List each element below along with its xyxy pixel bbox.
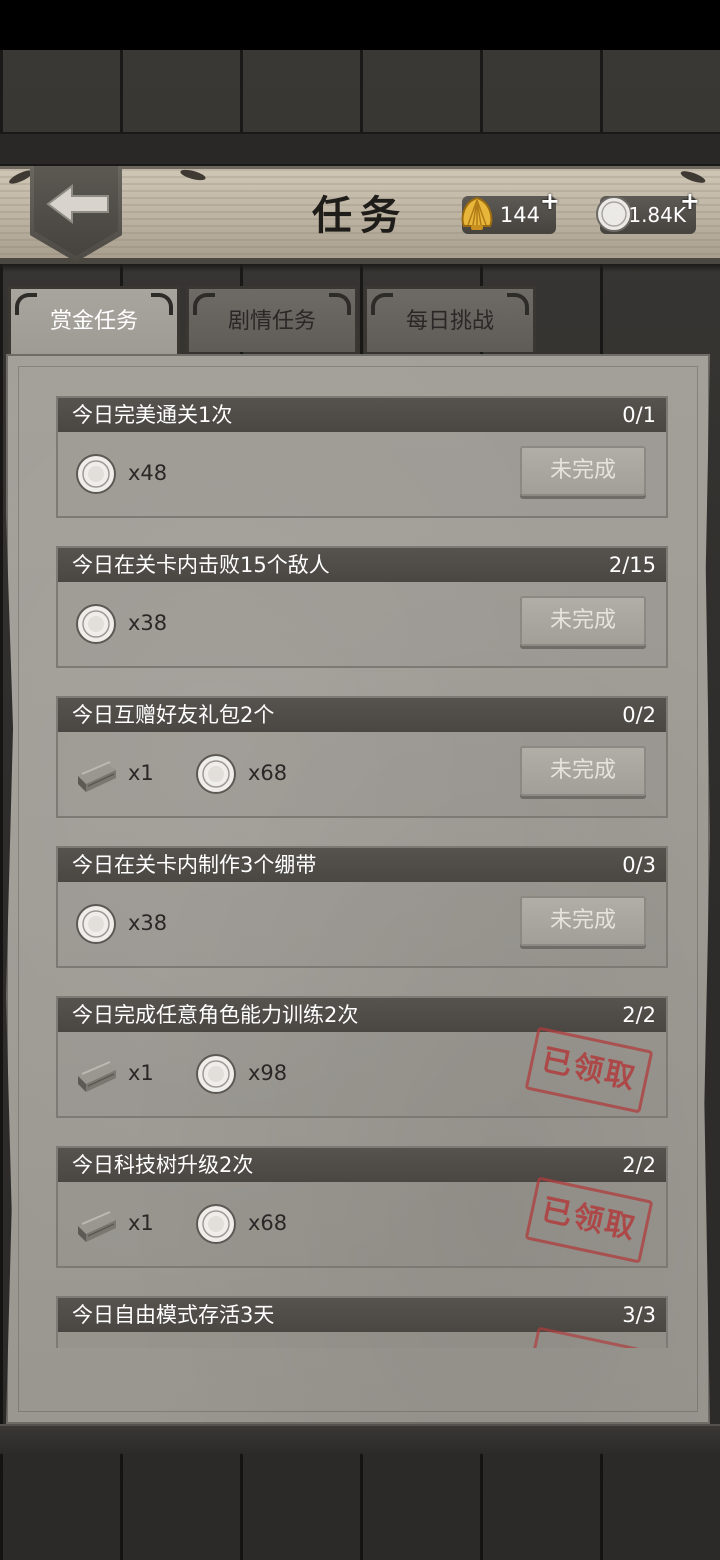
task-header: 今日在关卡内制作3个绷带 0/3: [58, 848, 666, 882]
reward-amount: x98: [248, 1061, 288, 1085]
task-body: x38 未完成: [58, 582, 666, 666]
reward-item: x38: [74, 600, 184, 646]
tab-corner-ornament: [15, 293, 37, 315]
reward-amount: x68: [248, 761, 288, 785]
task-list[interactable]: 今日完美通关1次 0/1 x48 未完成 今日在关卡内击败15个敌人 2/15 x38 未完成…: [56, 396, 668, 1348]
task-card: 今日完美通关1次 0/1 x48 未完成: [56, 396, 668, 518]
tab-label: 每日挑战: [405, 309, 494, 334]
reward-item: x1: [74, 1200, 184, 1246]
tab-corner-ornament: [329, 293, 351, 315]
task-progress: 2/2: [622, 1153, 656, 1177]
task-header: 今日科技树升级2次 2/2: [58, 1148, 666, 1182]
task-progress: 3/3: [622, 1303, 656, 1327]
reward-amount: x1: [128, 1061, 154, 1085]
task-card: 今日自由模式存活3天 3/3: [56, 1296, 668, 1348]
tab-bounty[interactable]: 赏金任务: [8, 286, 180, 356]
claimed-stamp: 已领取: [524, 1026, 654, 1114]
wood-icon: [78, 761, 116, 792]
reward-item: x1: [74, 1050, 184, 1096]
task-body: x38 未完成: [58, 882, 666, 966]
coin-amount: 1.84K: [628, 203, 686, 227]
claimed-stamp: 已领取: [524, 1176, 654, 1264]
reward-amount: x1: [128, 761, 154, 785]
task-title: 今日科技树升级2次: [72, 1153, 254, 1177]
incomplete-button[interactable]: 未完成: [520, 746, 646, 796]
reward-item: x68: [194, 1200, 304, 1246]
coin-currency[interactable]: 1.84K +: [596, 187, 700, 234]
task-card: 今日在关卡内击败15个敌人 2/15 x38 未完成: [56, 546, 668, 668]
task-header: 今日完成任意角色能力训练2次 2/2: [58, 998, 666, 1032]
task-body: x1 x68 已领取: [58, 1176, 666, 1266]
leaf-decoration: [179, 167, 207, 183]
task-body: x1 x98 已领取: [58, 1026, 666, 1116]
task-header: 今日完美通关1次 0/1: [58, 398, 666, 432]
shell-icon: [461, 196, 493, 230]
reward-amount: x68: [248, 1211, 288, 1235]
task-card: 今日在关卡内制作3个绷带 0/3 x38 未完成: [56, 846, 668, 968]
wood-beam: [0, 132, 720, 166]
incomplete-button[interactable]: 未完成: [520, 446, 646, 496]
coin-icon: [196, 1054, 236, 1094]
reward-item: x1: [74, 750, 184, 796]
task-progress: 0/1: [622, 403, 656, 427]
task-header: 今日在关卡内击败15个敌人 2/15: [58, 548, 666, 582]
tab-daily-challenge[interactable]: 每日挑战: [364, 286, 536, 352]
header-shadow: [0, 264, 720, 272]
tab-story[interactable]: 剧情任务: [186, 286, 358, 352]
panel-bottom-beam: [0, 1424, 720, 1454]
task-progress: 2/2: [622, 1003, 656, 1027]
task-progress: 0/3: [622, 853, 656, 877]
task-header: 今日互赠好友礼包2个 0/2: [58, 698, 666, 732]
wood-icon: [78, 1211, 116, 1242]
reward-item: x98: [194, 1050, 304, 1096]
reward-amount: x38: [128, 611, 168, 635]
tab-label: 剧情任务: [227, 309, 316, 334]
task-body: x48 未完成: [58, 432, 666, 516]
tab-corner-ornament: [507, 293, 529, 315]
back-arrow-icon: [46, 184, 109, 224]
coin-icon: [196, 1204, 236, 1244]
page-title: 任务: [312, 192, 408, 239]
task-title: 今日在关卡内制作3个绷带: [72, 853, 317, 877]
shell-currency[interactable]: 144 +: [461, 187, 560, 234]
incomplete-button[interactable]: 未完成: [520, 896, 646, 946]
add-shell-icon[interactable]: +: [540, 182, 560, 220]
tab-label: 赏金任务: [49, 309, 138, 334]
back-button-face: [34, 166, 118, 256]
tab-corner-ornament: [371, 293, 393, 315]
task-card: 今日科技树升级2次 2/2 x1 x68 已领取: [56, 1146, 668, 1268]
task-title: 今日完美通关1次: [72, 403, 233, 427]
reward-item: x68: [194, 750, 304, 796]
wood-icon: [78, 1061, 116, 1092]
coin-icon: [196, 754, 236, 794]
reward-item: x48: [74, 450, 184, 496]
coin-icon: [76, 904, 116, 944]
task-title: 今日互赠好友礼包2个: [72, 703, 275, 727]
tab-corner-ornament: [193, 293, 215, 315]
task-title: 今日在关卡内击败15个敌人: [72, 553, 330, 577]
task-body: [58, 1326, 666, 1348]
tab-corner-ornament: [151, 293, 173, 315]
coin-icon: [76, 454, 116, 494]
reward-amount: x38: [128, 911, 168, 935]
reward-amount: x1: [128, 1211, 154, 1235]
task-header: 今日自由模式存活3天 3/3: [58, 1298, 666, 1332]
task-body: x1 x68 未完成: [58, 732, 666, 816]
incomplete-button[interactable]: 未完成: [520, 596, 646, 646]
task-card: 今日互赠好友礼包2个 0/2 x1 x68 未完成: [56, 696, 668, 818]
add-coin-icon[interactable]: +: [680, 182, 700, 220]
task-title: 今日完成任意角色能力训练2次: [72, 1003, 359, 1027]
task-card: 今日完成任意角色能力训练2次 2/2 x1 x98 已领取: [56, 996, 668, 1118]
status-bar: [0, 0, 720, 50]
task-progress: 2/15: [608, 553, 656, 577]
task-progress: 0/2: [622, 703, 656, 727]
reward-item: x38: [74, 900, 184, 946]
coin-icon: [76, 604, 116, 644]
shell-amount: 144: [499, 203, 540, 227]
task-title: 今日自由模式存活3天: [72, 1303, 275, 1327]
reward-amount: x48: [128, 461, 168, 485]
